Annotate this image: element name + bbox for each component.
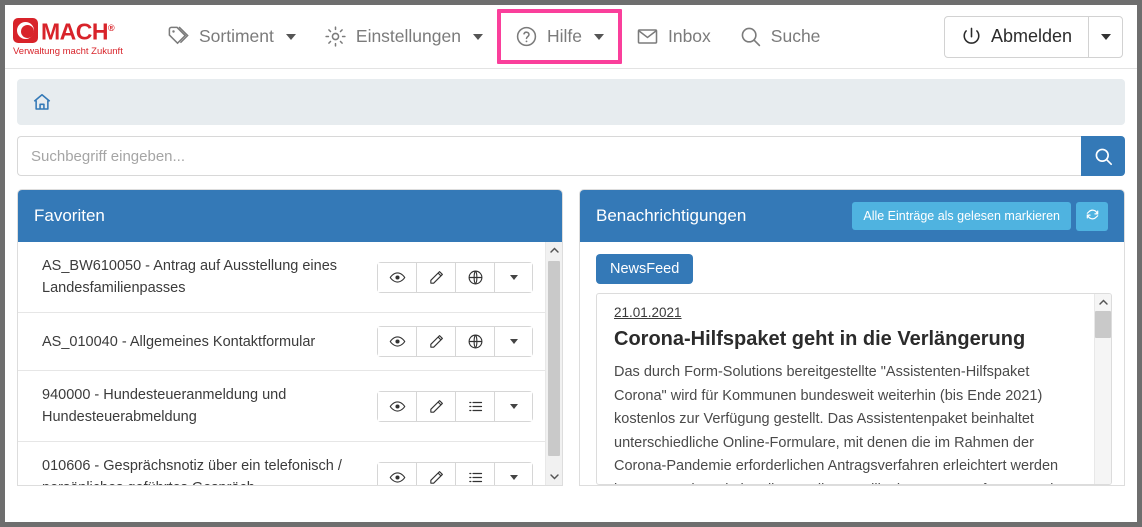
- eye-icon[interactable]: [378, 327, 417, 356]
- scroll-down-arrow-icon[interactable]: [546, 468, 563, 485]
- chevron-down-icon: [473, 34, 483, 40]
- article-body: Das durch Form-Solutions bereitgestellte…: [614, 361, 1079, 484]
- list-icon[interactable]: [456, 392, 495, 421]
- scrollbar-thumb[interactable]: [548, 261, 560, 456]
- eye-icon[interactable]: [378, 263, 417, 292]
- favorite-label: 940000 - Hundesteueranmeldung und Hundes…: [42, 384, 367, 428]
- scrollbar-track[interactable]: [1095, 311, 1111, 484]
- registered-mark: ®: [108, 23, 114, 33]
- power-icon: [961, 26, 982, 47]
- mark-all-read-button[interactable]: Alle Einträge als gelesen markieren: [852, 202, 1071, 230]
- nav-item-einstellungen[interactable]: Einstellungen: [310, 9, 497, 64]
- notifications-header-actions: Alle Einträge als gelesen markieren: [852, 202, 1108, 231]
- favorite-actions: [377, 262, 533, 293]
- home-icon[interactable]: [31, 91, 53, 113]
- logout-label: Abmelden: [991, 26, 1072, 47]
- nav-item-label: Sortiment: [199, 26, 274, 47]
- logo-tagline: Verwaltung macht Zukunft: [13, 46, 123, 57]
- nav-item-inbox[interactable]: Inbox: [622, 9, 725, 64]
- eye-icon[interactable]: [378, 392, 417, 421]
- favorites-scrollbar[interactable]: [545, 242, 562, 485]
- favorites-list: AS_BW610050 - Antrag auf Ausstellung ein…: [18, 242, 545, 485]
- pencil-icon[interactable]: [417, 263, 456, 292]
- mach-logo-mark-icon: [13, 18, 38, 43]
- notifications-panel-body: NewsFeed 21.01.2021 Corona-Hilfspaket ge…: [580, 242, 1124, 485]
- globe-icon[interactable]: [456, 263, 495, 292]
- article-date[interactable]: 21.01.2021: [614, 305, 1079, 320]
- globe-icon[interactable]: [456, 327, 495, 356]
- pencil-icon[interactable]: [417, 463, 456, 486]
- breadcrumb: [17, 79, 1125, 125]
- scrollbar-thumb[interactable]: [1095, 311, 1111, 338]
- global-search-row: [5, 125, 1137, 176]
- nav-item-sortiment[interactable]: Sortiment: [153, 9, 310, 64]
- pencil-icon[interactable]: [417, 392, 456, 421]
- list-item[interactable]: 940000 - Hundesteueranmeldung und Hundes…: [18, 371, 545, 442]
- chevron-down-icon: [1101, 34, 1111, 40]
- search-icon: [739, 25, 762, 48]
- nav-item-list: Sortiment Einstellungen: [153, 9, 944, 64]
- favorite-label: 010606 - Gesprächsnotiz über ein telefon…: [42, 455, 367, 485]
- logout-button-group: Abmelden: [944, 16, 1123, 58]
- refresh-button[interactable]: [1076, 202, 1108, 231]
- nav-item-label: Inbox: [668, 26, 711, 47]
- scrollbar-track[interactable]: [546, 259, 562, 468]
- top-navigation-bar: MACH® Verwaltung macht Zukunft Sortiment: [5, 5, 1137, 69]
- chevron-down-icon: [594, 34, 604, 40]
- nav-item-label: Suche: [771, 26, 821, 47]
- list-item[interactable]: AS_BW610050 - Antrag auf Ausstellung ein…: [18, 242, 545, 313]
- favorites-panel: Favoriten AS_BW610050 - Antrag auf Ausst…: [17, 189, 563, 486]
- logo-lockup: MACH®: [13, 16, 114, 45]
- breadcrumb-area: [5, 69, 1137, 125]
- favorites-panel-header: Favoriten: [18, 190, 562, 242]
- chevron-down-icon[interactable]: [495, 392, 532, 421]
- nav-item-label: Einstellungen: [356, 26, 461, 47]
- pencil-icon[interactable]: [417, 327, 456, 356]
- search-input[interactable]: [17, 136, 1081, 176]
- favorites-panel-body: AS_BW610050 - Antrag auf Ausstellung ein…: [18, 242, 562, 485]
- dashboard-panels: Favoriten AS_BW610050 - Antrag auf Ausst…: [5, 176, 1137, 486]
- envelope-icon: [636, 25, 659, 48]
- chevron-down-icon[interactable]: [495, 263, 532, 292]
- nav-item-suche[interactable]: Suche: [725, 9, 835, 64]
- favorite-actions: [377, 462, 533, 486]
- notifications-panel: Benachrichtigungen Alle Einträge als gel…: [579, 189, 1125, 486]
- logout-dropdown-toggle[interactable]: [1088, 17, 1122, 57]
- newsfeed-scrollbar[interactable]: [1094, 294, 1111, 484]
- tags-icon: [167, 25, 190, 48]
- list-icon[interactable]: [456, 463, 495, 486]
- article-headline: Corona-Hilfspaket geht in die Verlängeru…: [614, 327, 1079, 352]
- notifications-tabstrip: NewsFeed: [580, 242, 1124, 284]
- chevron-down-icon[interactable]: [495, 463, 532, 486]
- question-circle-icon: [515, 25, 538, 48]
- favorite-actions: [377, 391, 533, 422]
- scroll-up-arrow-icon[interactable]: [1095, 294, 1112, 311]
- nav-item-hilfe[interactable]: Hilfe: [497, 9, 622, 64]
- favorite-label: AS_BW610050 - Antrag auf Ausstellung ein…: [42, 255, 367, 299]
- brand-logo[interactable]: MACH® Verwaltung macht Zukunft: [13, 16, 139, 57]
- chevron-down-icon[interactable]: [495, 327, 532, 356]
- favorite-label: AS_010040 - Allgemeines Kontaktformular: [42, 331, 367, 353]
- app-window: MACH® Verwaltung macht Zukunft Sortiment: [0, 0, 1142, 527]
- eye-icon[interactable]: [378, 463, 417, 486]
- logo-word-text: MACH: [41, 19, 108, 45]
- logo-wordmark: MACH®: [41, 16, 114, 45]
- notifications-panel-header: Benachrichtigungen Alle Einträge als gel…: [580, 190, 1124, 242]
- favorites-panel-title: Favoriten: [34, 206, 105, 226]
- newsfeed-container: 21.01.2021 Corona-Hilfspaket geht in die…: [596, 293, 1112, 485]
- nav-item-label: Hilfe: [547, 26, 582, 47]
- search-submit-button[interactable]: [1081, 136, 1125, 176]
- favorite-actions: [377, 326, 533, 357]
- refresh-icon: [1085, 207, 1100, 225]
- scroll-up-arrow-icon[interactable]: [546, 242, 563, 259]
- newsfeed-article: 21.01.2021 Corona-Hilfspaket geht in die…: [597, 294, 1094, 484]
- gear-icon: [324, 25, 347, 48]
- tab-newsfeed[interactable]: NewsFeed: [596, 254, 693, 284]
- logout-button[interactable]: Abmelden: [945, 17, 1088, 57]
- list-item[interactable]: AS_010040 - Allgemeines Kontaktformular: [18, 313, 545, 371]
- notifications-panel-title: Benachrichtigungen: [596, 206, 746, 226]
- chevron-down-icon: [286, 34, 296, 40]
- list-item[interactable]: 010606 - Gesprächsnotiz über ein telefon…: [18, 442, 545, 485]
